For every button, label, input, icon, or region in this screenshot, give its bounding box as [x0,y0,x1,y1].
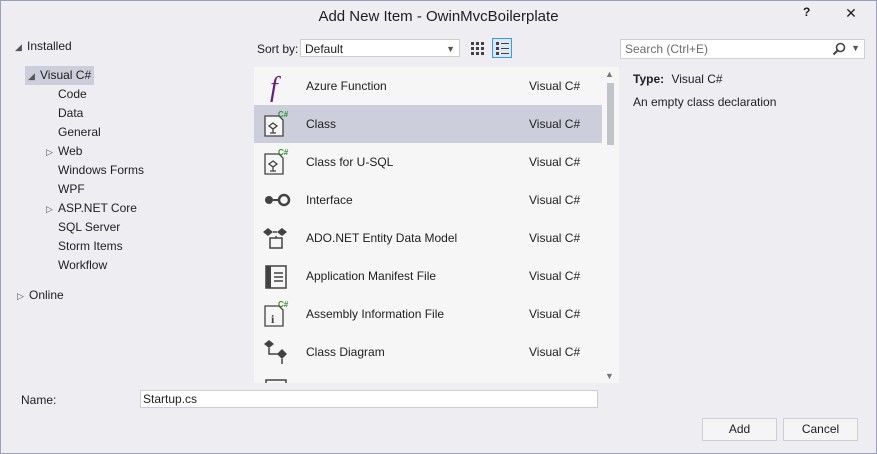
search-icon[interactable] [832,42,846,56]
collapsed-arrow-icon[interactable]: ▷ [17,287,29,306]
tree-node-windows-forms[interactable]: Windows Forms [58,161,144,180]
tree-node-label: Web [58,144,83,158]
name-label: Name: [21,393,57,407]
list-view-icon [496,42,509,55]
list-item[interactable]: C# i Assembly Information File Visual C# [254,295,602,333]
name-input[interactable] [140,390,598,408]
tree-node-label: Visual C# [40,68,92,82]
template-list: f Azure Function Visual C# C# Class Visu… [254,67,602,383]
tree-node-installed[interactable]: ◢ Installed [15,37,72,56]
file-icon [265,379,287,383]
list-item[interactable]: Interface Visual C# [254,181,602,219]
item-language: Visual C# [529,231,581,245]
item-language: Visual C# [529,345,581,359]
collapsed-arrow-icon[interactable]: ▷ [46,200,58,219]
list-scrollbar[interactable]: ▲ ▼ [602,67,619,383]
list-item[interactable]: ADO.NET Entity Data Model Visual C# [254,219,602,257]
search-input[interactable] [621,40,825,58]
svg-text:C#: C# [278,300,289,309]
manifest-icon [265,265,287,289]
list-item[interactable]: C# Class Visual C# [254,105,602,143]
details-pane: Type: Visual C# An empty class declarati… [633,72,863,109]
item-name: Class Diagram [306,345,385,359]
tree-node-label: Online [29,288,64,302]
small-icons-view-button[interactable] [467,38,487,58]
add-button[interactable]: Add [702,418,777,441]
list-item[interactable]: Application Manifest File Visual C# [254,257,602,295]
tree-node-visual-csharp[interactable]: ◢ Visual C# [25,66,95,85]
bottom-panel: Name: Add Cancel [1,384,876,453]
svg-text:C#: C# [278,110,289,119]
expanded-arrow-icon: ◢ [28,71,35,81]
assembly-info-icon: C# i [264,300,289,327]
dialog-title: Add New Item - OwinMvcBoilerplate [318,8,559,25]
title-bar: Add New Item - OwinMvcBoilerplate ? ✕ [1,1,876,32]
tree-node-data[interactable]: Data [58,104,83,123]
grid-view-icon [471,42,484,55]
item-language: Visual C# [529,155,581,169]
entity-model-icon [263,228,287,249]
item-language: Visual C# [529,79,581,93]
list-item[interactable]: C# Class for U-SQL Visual C# [254,143,602,181]
sort-by-value: Default [305,42,344,56]
close-button[interactable]: ✕ [827,1,875,25]
help-button[interactable]: ? [803,5,810,19]
search-box[interactable]: ▼ [620,39,865,59]
tree-node-aspnet-core[interactable]: ▷ ASP.NET Core [46,199,137,218]
item-name: Class [306,117,337,131]
tree-node-general[interactable]: General [58,123,101,142]
item-name: Assembly Information File [306,307,445,321]
cancel-button[interactable]: Cancel [783,418,858,441]
item-name: Class for U-SQL [306,155,394,169]
collapsed-arrow-icon[interactable]: ▷ [46,143,58,162]
type-value: Visual C# [671,72,723,86]
class-usql-icon: C# [264,148,289,175]
item-description: An empty class declaration [633,95,777,109]
medium-icons-view-button[interactable] [492,38,512,58]
tree-node-workflow[interactable]: Workflow [58,256,107,275]
item-language: Visual C# [529,193,581,207]
item-name: ADO.NET Entity Data Model [306,231,458,245]
dialog-window: Add New Item - OwinMvcBoilerplate ? ✕ ◢ I… [0,0,877,454]
scroll-up-icon[interactable]: ▲ [605,69,614,79]
item-name: Interface [306,193,353,207]
expanded-arrow-icon: ◢ [15,42,22,52]
list-item[interactable]: Class Diagram Visual C# [254,333,602,371]
sort-by-label: Sort by: [257,42,299,56]
tree-node-sql-server[interactable]: SQL Server [58,218,120,237]
tree-node-storm-items[interactable]: Storm Items [58,237,123,256]
item-language: Visual C# [529,269,581,283]
sort-by-select[interactable]: Default ▼ [300,39,460,57]
tree-node-web[interactable]: ▷ Web [46,142,82,161]
tree-node-online[interactable]: ▷ Online [17,286,64,305]
item-name: Azure Function [306,79,387,93]
azure-function-icon: f [270,72,281,102]
tree-node-label: Installed [27,39,72,53]
list-item-partial[interactable] [254,371,602,383]
chevron-down-icon: ▼ [446,44,455,54]
class-icon: C# [264,110,289,137]
interface-icon [265,193,291,207]
svg-text:C#: C# [278,148,289,157]
svg-text:f: f [270,72,281,102]
scrollbar-thumb[interactable] [607,83,614,145]
item-language: Visual C# [529,117,581,131]
tree-node-code[interactable]: Code [58,85,87,104]
scroll-down-icon[interactable]: ▼ [605,371,614,381]
item-language: Visual C# [529,307,581,321]
tree-node-wpf[interactable]: WPF [58,180,85,199]
tree-node-label: ASP.NET Core [58,201,137,215]
list-item[interactable]: f Azure Function Visual C# [254,67,602,105]
template-tree: ◢ Installed ◢ Visual C# Code Data General … [9,37,249,377]
class-diagram-icon [264,340,287,364]
type-label: Type: [633,72,665,86]
item-name: Application Manifest File [306,269,437,283]
chevron-down-icon[interactable]: ▼ [851,43,860,53]
